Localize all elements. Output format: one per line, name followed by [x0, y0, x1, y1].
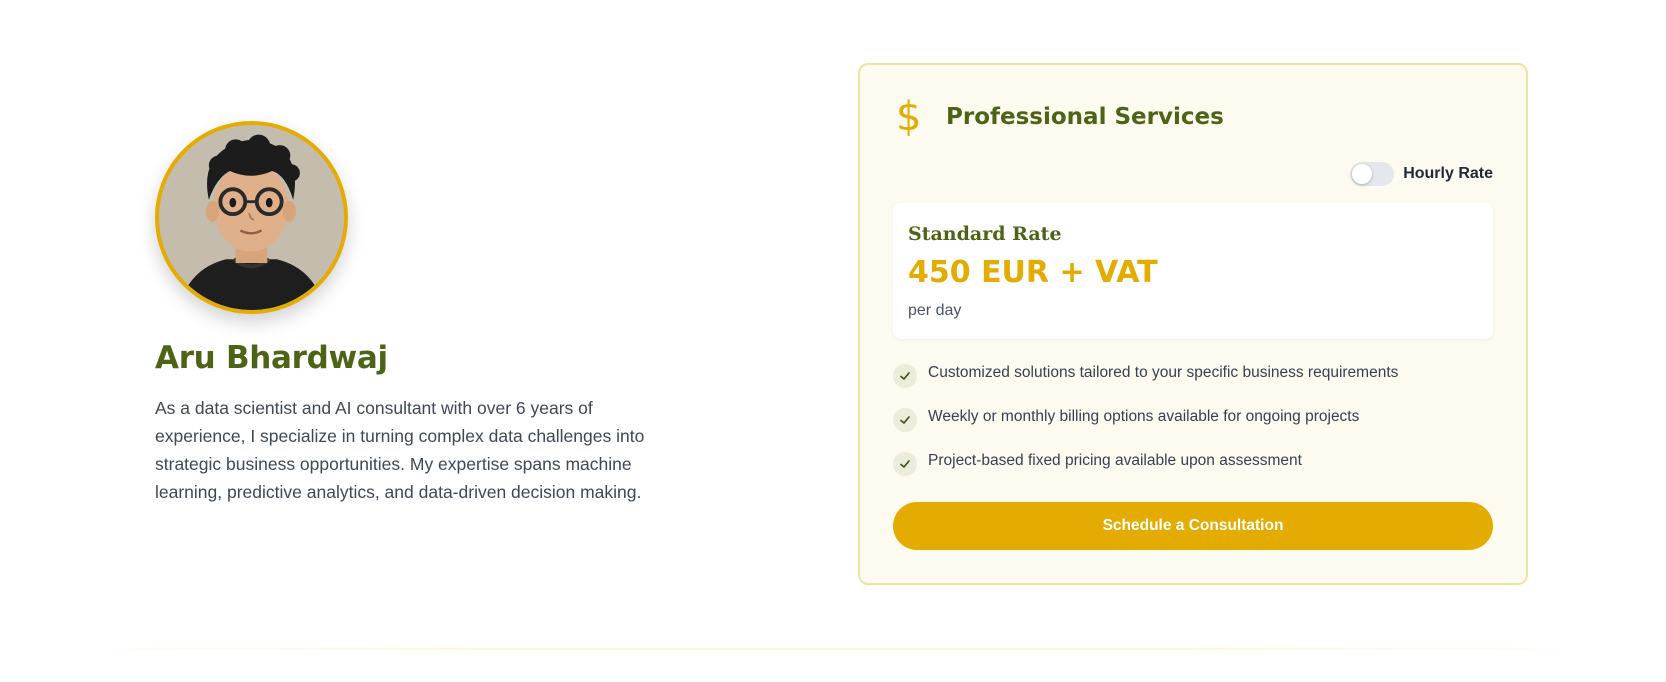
feature-text: Weekly or monthly billing options availa… [928, 408, 1360, 425]
list-item: Project-based fixed pricing available up… [893, 449, 1493, 476]
rate-price: 450 EUR + VAT [908, 255, 1158, 290]
toggle-label: Hourly Rate [1403, 165, 1493, 182]
page: Aru Bhardwaj As a data scientist and AI … [0, 0, 1666, 682]
toggle-knob [1352, 164, 1373, 184]
rate-title: Standard Rate [908, 223, 1062, 245]
rate-unit: per day [908, 302, 962, 319]
check-icon [893, 364, 917, 388]
profile-section: Aru Bhardwaj As a data scientist and AI … [155, 121, 675, 506]
list-item: Weekly or monthly billing options availa… [893, 405, 1493, 432]
feature-text: Customized solutions tailored to your sp… [928, 364, 1399, 381]
hourly-rate-toggle[interactable] [1350, 162, 1395, 186]
avatar-illustration [159, 125, 344, 310]
list-item: Customized solutions tailored to your sp… [893, 361, 1493, 388]
rate-box: Standard Rate 450 EUR + VAT per day [893, 203, 1493, 339]
hourly-rate-toggle-row: Hourly Rate [1350, 162, 1493, 186]
check-icon [893, 408, 917, 432]
card-header: $ Professional Services [896, 97, 1224, 137]
schedule-consultation-button[interactable]: Schedule a Consultation [893, 502, 1493, 550]
avatar [155, 121, 348, 314]
feature-text: Project-based fixed pricing available up… [928, 452, 1302, 469]
section-divider [40, 648, 1626, 650]
dollar-icon: $ [896, 94, 922, 140]
services-card: $ Professional Services Hourly Rate Stan… [858, 63, 1528, 585]
profile-name: Aru Bhardwaj [155, 340, 388, 376]
feature-list: Customized solutions tailored to your sp… [893, 361, 1493, 493]
profile-bio: As a data scientist and AI consultant wi… [155, 398, 645, 502]
card-title: Professional Services [946, 104, 1224, 130]
check-icon [893, 452, 917, 476]
